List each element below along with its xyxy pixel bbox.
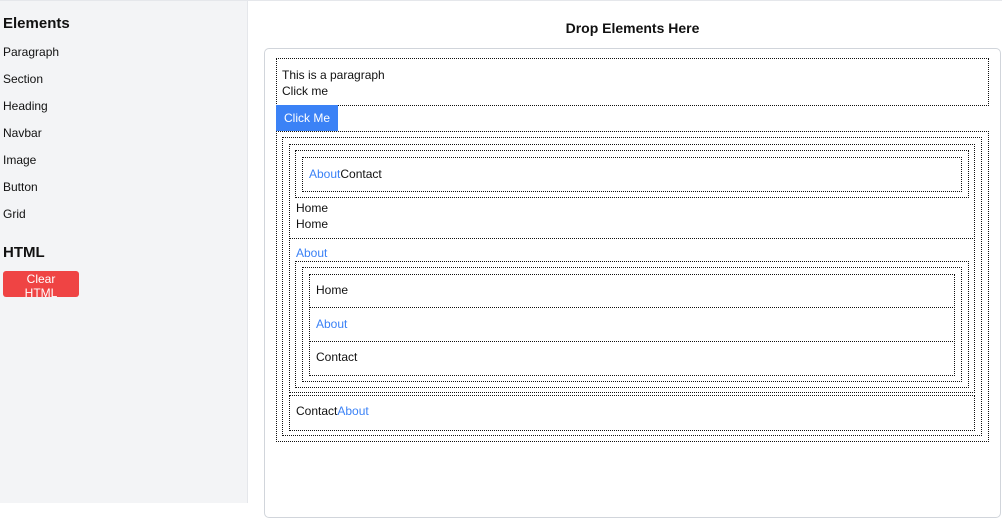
navbar-1[interactable]	[302, 157, 962, 192]
sidebar-item-navbar[interactable]: Navbar	[3, 126, 42, 140]
list-item-contact[interactable]: Contact	[316, 350, 357, 364]
paragraph-block[interactable]	[276, 58, 989, 106]
navbar-2-contact-link[interactable]: Contact	[296, 404, 337, 418]
navbar-1-about-link[interactable]: About	[309, 167, 340, 181]
sidebar-item-section[interactable]: Section	[3, 72, 43, 86]
sidebar-item-grid[interactable]: Grid	[3, 207, 26, 221]
sidebar: Elements Paragraph Section Heading Navba…	[0, 1, 248, 503]
click-me-button[interactable]: Click Me	[276, 105, 338, 131]
sidebar-item-paragraph[interactable]: Paragraph	[3, 45, 59, 59]
elements-heading: Elements	[3, 15, 70, 32]
sidebar-item-heading[interactable]: Heading	[3, 99, 48, 113]
sidebar-item-image[interactable]: Image	[3, 153, 36, 167]
drop-area-title: Drop Elements Here	[565, 20, 700, 36]
clear-html-button[interactable]: Clear HTML	[3, 271, 79, 300]
list-item-home[interactable]: Home	[316, 283, 348, 297]
navbar-2-about-link[interactable]: About	[337, 404, 368, 418]
navbar-1-contact-link[interactable]: Contact	[340, 167, 381, 181]
sidebar-item-button[interactable]: Button	[3, 180, 38, 194]
paragraph-text: This is a paragraph	[282, 68, 385, 82]
navbar-2[interactable]	[289, 395, 975, 431]
navbar-2-links: ContactAbout	[296, 404, 369, 418]
home-text-1[interactable]: Home	[296, 201, 328, 215]
list-item[interactable]	[309, 307, 955, 342]
list-item-about[interactable]: About	[316, 317, 347, 331]
html-heading: HTML	[3, 244, 45, 261]
about-link[interactable]: About	[296, 246, 327, 260]
navbar-1-links: AboutContact	[309, 167, 382, 181]
home-text-2[interactable]: Home	[296, 217, 328, 231]
list-item[interactable]	[309, 274, 955, 308]
paragraph-link[interactable]: Click me	[282, 84, 328, 98]
list-item[interactable]	[309, 341, 955, 376]
